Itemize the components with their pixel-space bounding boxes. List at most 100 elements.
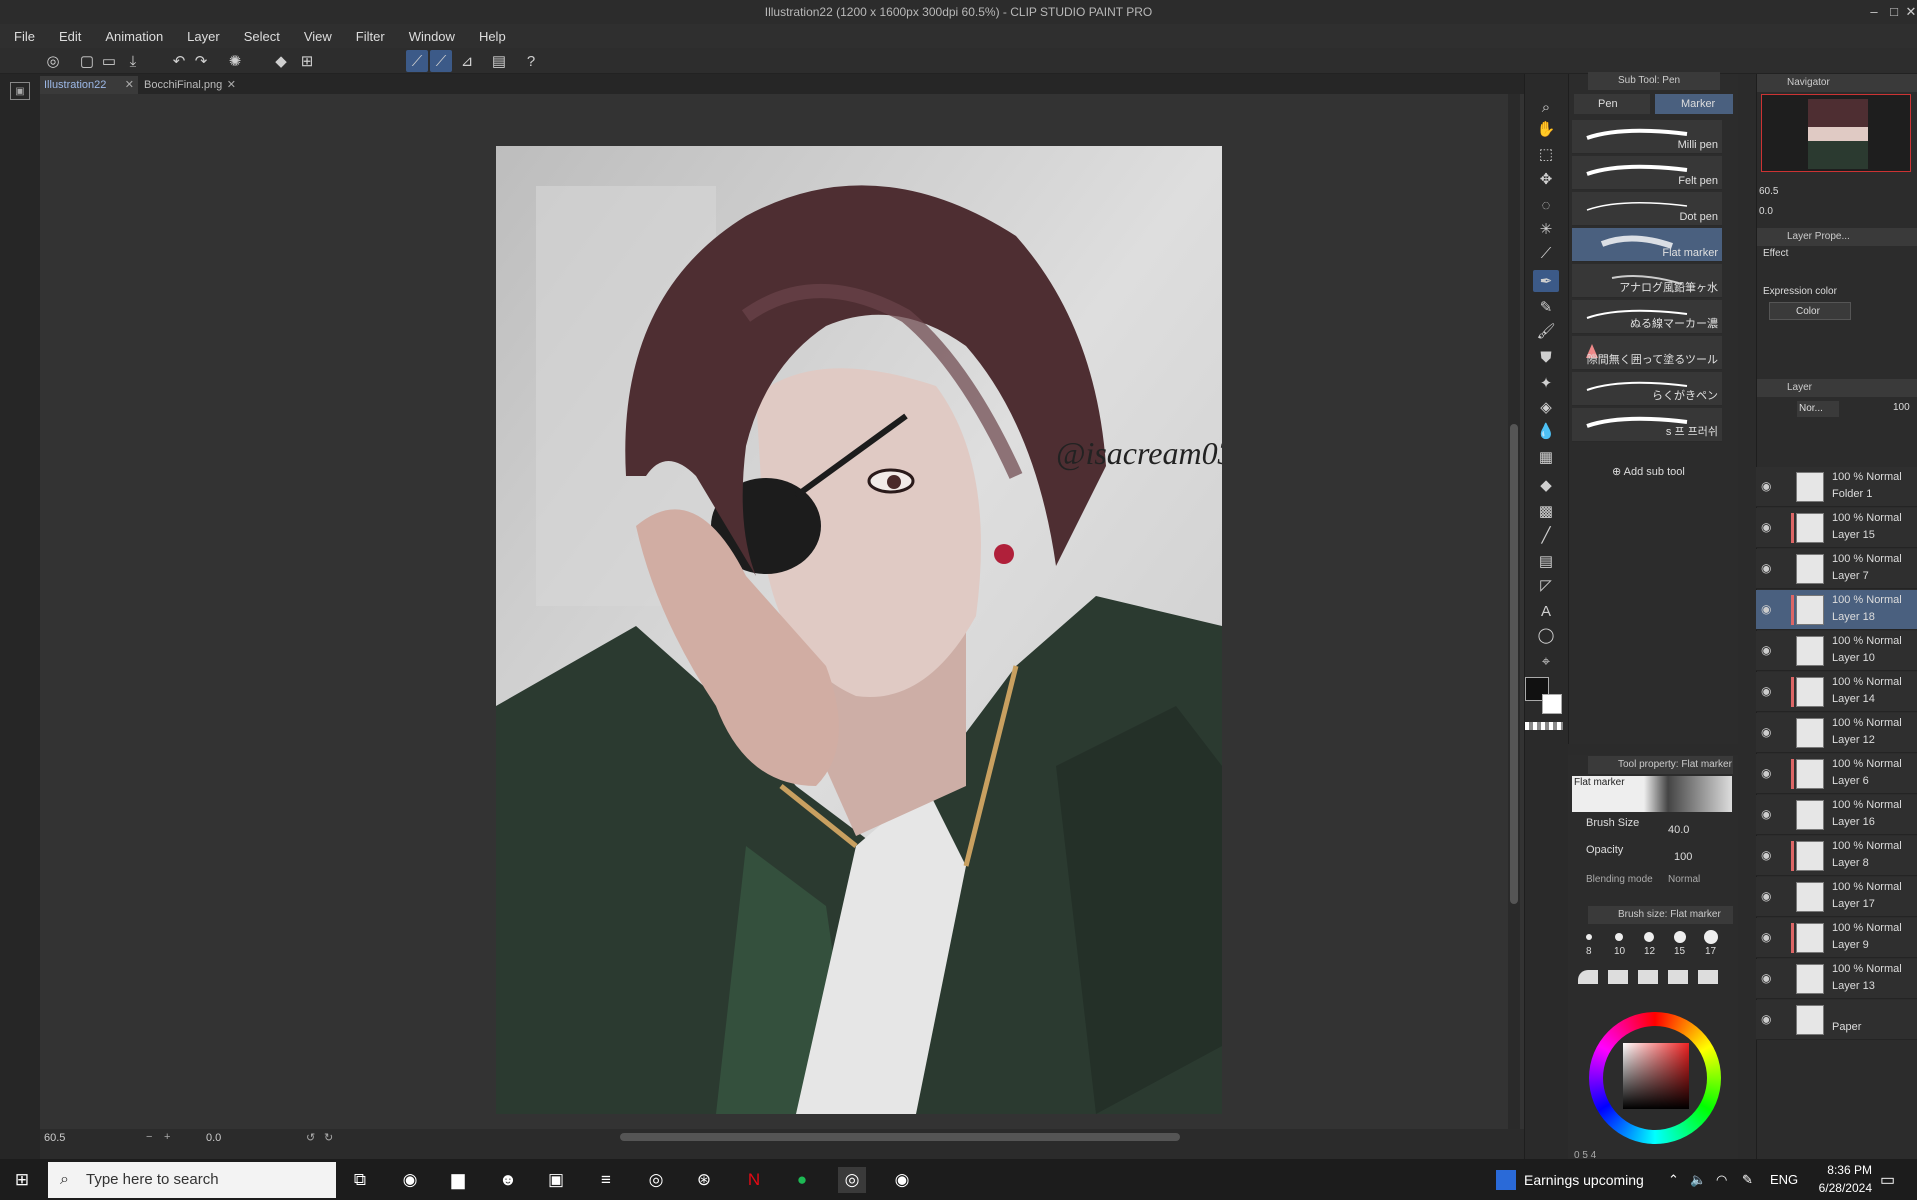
correct-line-icon[interactable]: ⌖ xyxy=(1533,650,1559,672)
eye-icon[interactable]: ◉ xyxy=(1761,479,1771,493)
help-icon[interactable]: ? xyxy=(520,50,542,72)
expression-color-select[interactable]: Color xyxy=(1769,302,1851,320)
volume-icon[interactable]: 🔈 xyxy=(1690,1172,1706,1188)
zoom-value[interactable]: 60.5 xyxy=(44,1132,65,1144)
gradient-icon[interactable]: ▩ xyxy=(1533,500,1559,522)
brush-size-presets-large[interactable] xyxy=(1578,970,1728,984)
pen-tool-icon[interactable]: ✒ xyxy=(1533,270,1559,292)
group-marker-tab[interactable]: Marker xyxy=(1655,94,1733,114)
menu-help[interactable]: Help xyxy=(479,29,506,44)
clock-date[interactable]: 6/28/2024 xyxy=(1808,1181,1872,1195)
brush-felt-pen[interactable]: Felt pen xyxy=(1572,156,1722,190)
size-dot-10[interactable] xyxy=(1615,933,1623,941)
decoration-icon[interactable]: ✦ xyxy=(1533,372,1559,394)
size-dot-17[interactable] xyxy=(1704,930,1718,944)
menu-animation[interactable]: Animation xyxy=(105,29,163,44)
eraser-icon[interactable]: ◈ xyxy=(1533,396,1559,418)
snap-ruler-icon[interactable]: ⟋ xyxy=(406,50,428,72)
companion-icon[interactable]: ▤ xyxy=(488,50,510,72)
rotate-right-icon[interactable]: ↻ xyxy=(324,1131,333,1144)
eye-icon[interactable]: ◉ xyxy=(1761,889,1771,903)
size-dot-15[interactable] xyxy=(1674,931,1686,943)
discord-icon[interactable]: ☻ xyxy=(494,1167,522,1193)
eye-icon[interactable]: ◉ xyxy=(1761,602,1771,616)
menu-edit[interactable]: Edit xyxy=(59,29,81,44)
taskbar-search[interactable]: ⌕ Type here to search xyxy=(48,1162,336,1198)
figure-icon[interactable]: ╱ xyxy=(1533,524,1559,546)
balloon-icon[interactable]: ◯ xyxy=(1533,624,1559,646)
size-dot-12[interactable] xyxy=(1644,932,1654,942)
fill-icon[interactable]: ◆ xyxy=(270,50,292,72)
windows-start-icon[interactable]: ⊞ xyxy=(8,1167,36,1193)
lasso-icon[interactable]: ◌ xyxy=(1533,194,1559,216)
steam-icon[interactable]: ⊛ xyxy=(690,1167,718,1193)
layer-row[interactable]: ◉ 100 % Normal Layer 8 xyxy=(1756,836,1917,876)
rotate-left-icon[interactable]: ↺ xyxy=(306,1131,315,1144)
spotify-icon[interactable]: ● xyxy=(788,1167,816,1193)
task-view-icon[interactable]: ⧉ xyxy=(346,1167,374,1193)
vertical-scroll-thumb[interactable] xyxy=(1510,424,1518,904)
brush-nuru-marker[interactable]: ぬる線マーカー濃 xyxy=(1572,300,1722,334)
books-icon[interactable]: ≡ xyxy=(592,1167,620,1193)
minimize-icon[interactable]: – xyxy=(1864,0,1884,24)
eye-icon[interactable]: ◉ xyxy=(1761,930,1771,944)
eye-icon[interactable]: ◉ xyxy=(1761,520,1771,534)
size-dot-8[interactable] xyxy=(1586,934,1592,940)
layer-row[interactable]: ◉ 100 % Normal Layer 10 xyxy=(1756,631,1917,671)
layer-row[interactable]: ◉ 100 % Normal Layer 14 xyxy=(1756,672,1917,712)
menu-file[interactable]: File xyxy=(14,29,35,44)
pen-icon[interactable]: ✎ xyxy=(1742,1172,1753,1188)
clip-studio-taskbar-icon[interactable]: ◎ xyxy=(642,1167,670,1193)
layer-row[interactable]: ◉ 100 % Normal Layer 9 xyxy=(1756,918,1917,958)
layer-opacity[interactable]: 100 xyxy=(1893,402,1910,413)
close-icon[interactable]: ✕ xyxy=(1901,0,1917,24)
operation-tool-icon[interactable]: ⬚ xyxy=(1533,143,1559,165)
navigator-preview[interactable] xyxy=(1761,94,1911,172)
eye-icon[interactable]: ◉ xyxy=(1761,643,1771,657)
brush-flat-marker[interactable]: Flat marker xyxy=(1572,228,1722,262)
blend-tool-icon[interactable]: 💧 xyxy=(1533,420,1559,442)
language-indicator[interactable]: ENG xyxy=(1770,1172,1798,1187)
fill-tool-icon[interactable]: ◆ xyxy=(1533,474,1559,496)
tab-bocchifinal[interactable]: BocchiFinal.png ✕ xyxy=(140,76,240,94)
frame-icon[interactable]: ▤ xyxy=(1533,550,1559,572)
eye-icon[interactable]: ◉ xyxy=(1761,807,1771,821)
eyedropper-icon[interactable]: ⟋ xyxy=(1533,242,1559,264)
auto-select-icon[interactable]: ✳ xyxy=(1533,218,1559,240)
navigator-zoom[interactable]: 60.5 xyxy=(1759,186,1778,197)
hand-tool-icon[interactable]: ✋ xyxy=(1533,118,1559,140)
file-explorer-icon[interactable]: ▆ xyxy=(444,1167,472,1193)
eye-icon[interactable]: ◉ xyxy=(1761,684,1771,698)
loading-icon[interactable]: ✺ xyxy=(224,50,246,72)
navigator-angle[interactable]: 0.0 xyxy=(1759,206,1773,217)
blend-mode-value[interactable]: Normal xyxy=(1668,874,1700,885)
layer-row[interactable]: ◉ 100 % Normal Layer 6 xyxy=(1756,754,1917,794)
transform-icon[interactable]: ⊞ xyxy=(296,50,318,72)
saturation-value-square[interactable] xyxy=(1623,1043,1689,1109)
move-layer-icon[interactable]: ✥ xyxy=(1533,168,1559,190)
pencil-tool-icon[interactable]: ✎ xyxy=(1533,296,1559,318)
news-widget[interactable]: Earnings upcoming xyxy=(1524,1172,1644,1188)
layer-row[interactable]: ◉ 100 % Normal Layer 7 xyxy=(1756,549,1917,589)
brush-tool-icon[interactable]: 🖌 xyxy=(1533,320,1559,342)
notification-icon[interactable]: ▭ xyxy=(1880,1170,1895,1190)
brush-analog-pencil[interactable]: アナログ風鉛筆ヶ水 xyxy=(1572,264,1722,298)
zoom-out-icon[interactable]: − xyxy=(146,1131,152,1143)
brush-korean[interactable]: s 프 프러쉬 xyxy=(1572,408,1722,442)
snap-grid-icon[interactable]: ⊿ xyxy=(456,50,478,72)
layer-row[interactable]: ◉ 100 % Normal Layer 15 xyxy=(1756,508,1917,548)
eye-icon[interactable]: ◉ xyxy=(1761,848,1771,862)
layer-row[interactable]: ◉ 100 % Normal Layer 16 xyxy=(1756,795,1917,835)
mesh-icon[interactable]: ▦ xyxy=(1533,446,1559,468)
save-icon[interactable]: ⤓ xyxy=(122,50,144,72)
close-tab-icon[interactable]: ✕ xyxy=(227,76,236,94)
brush-milli-pen[interactable]: Milli pen xyxy=(1572,120,1722,154)
layer-row[interactable]: ◉ 100 % Normal Folder 1 xyxy=(1756,467,1917,507)
layer-row[interactable]: ◉ 100 % Normal Layer 17 xyxy=(1756,877,1917,917)
panel-toggle-icon[interactable]: ▣ xyxy=(10,82,30,100)
menu-window[interactable]: Window xyxy=(409,29,455,44)
redo-icon[interactable]: ↷ xyxy=(190,50,212,72)
chrome-profile-icon[interactable]: ◉ xyxy=(888,1167,916,1193)
brush-fill-enclosed[interactable]: 隙間無く囲って塗るツール xyxy=(1572,336,1722,370)
layer-row[interactable]: ◉ 100 % Normal Layer 13 xyxy=(1756,959,1917,999)
